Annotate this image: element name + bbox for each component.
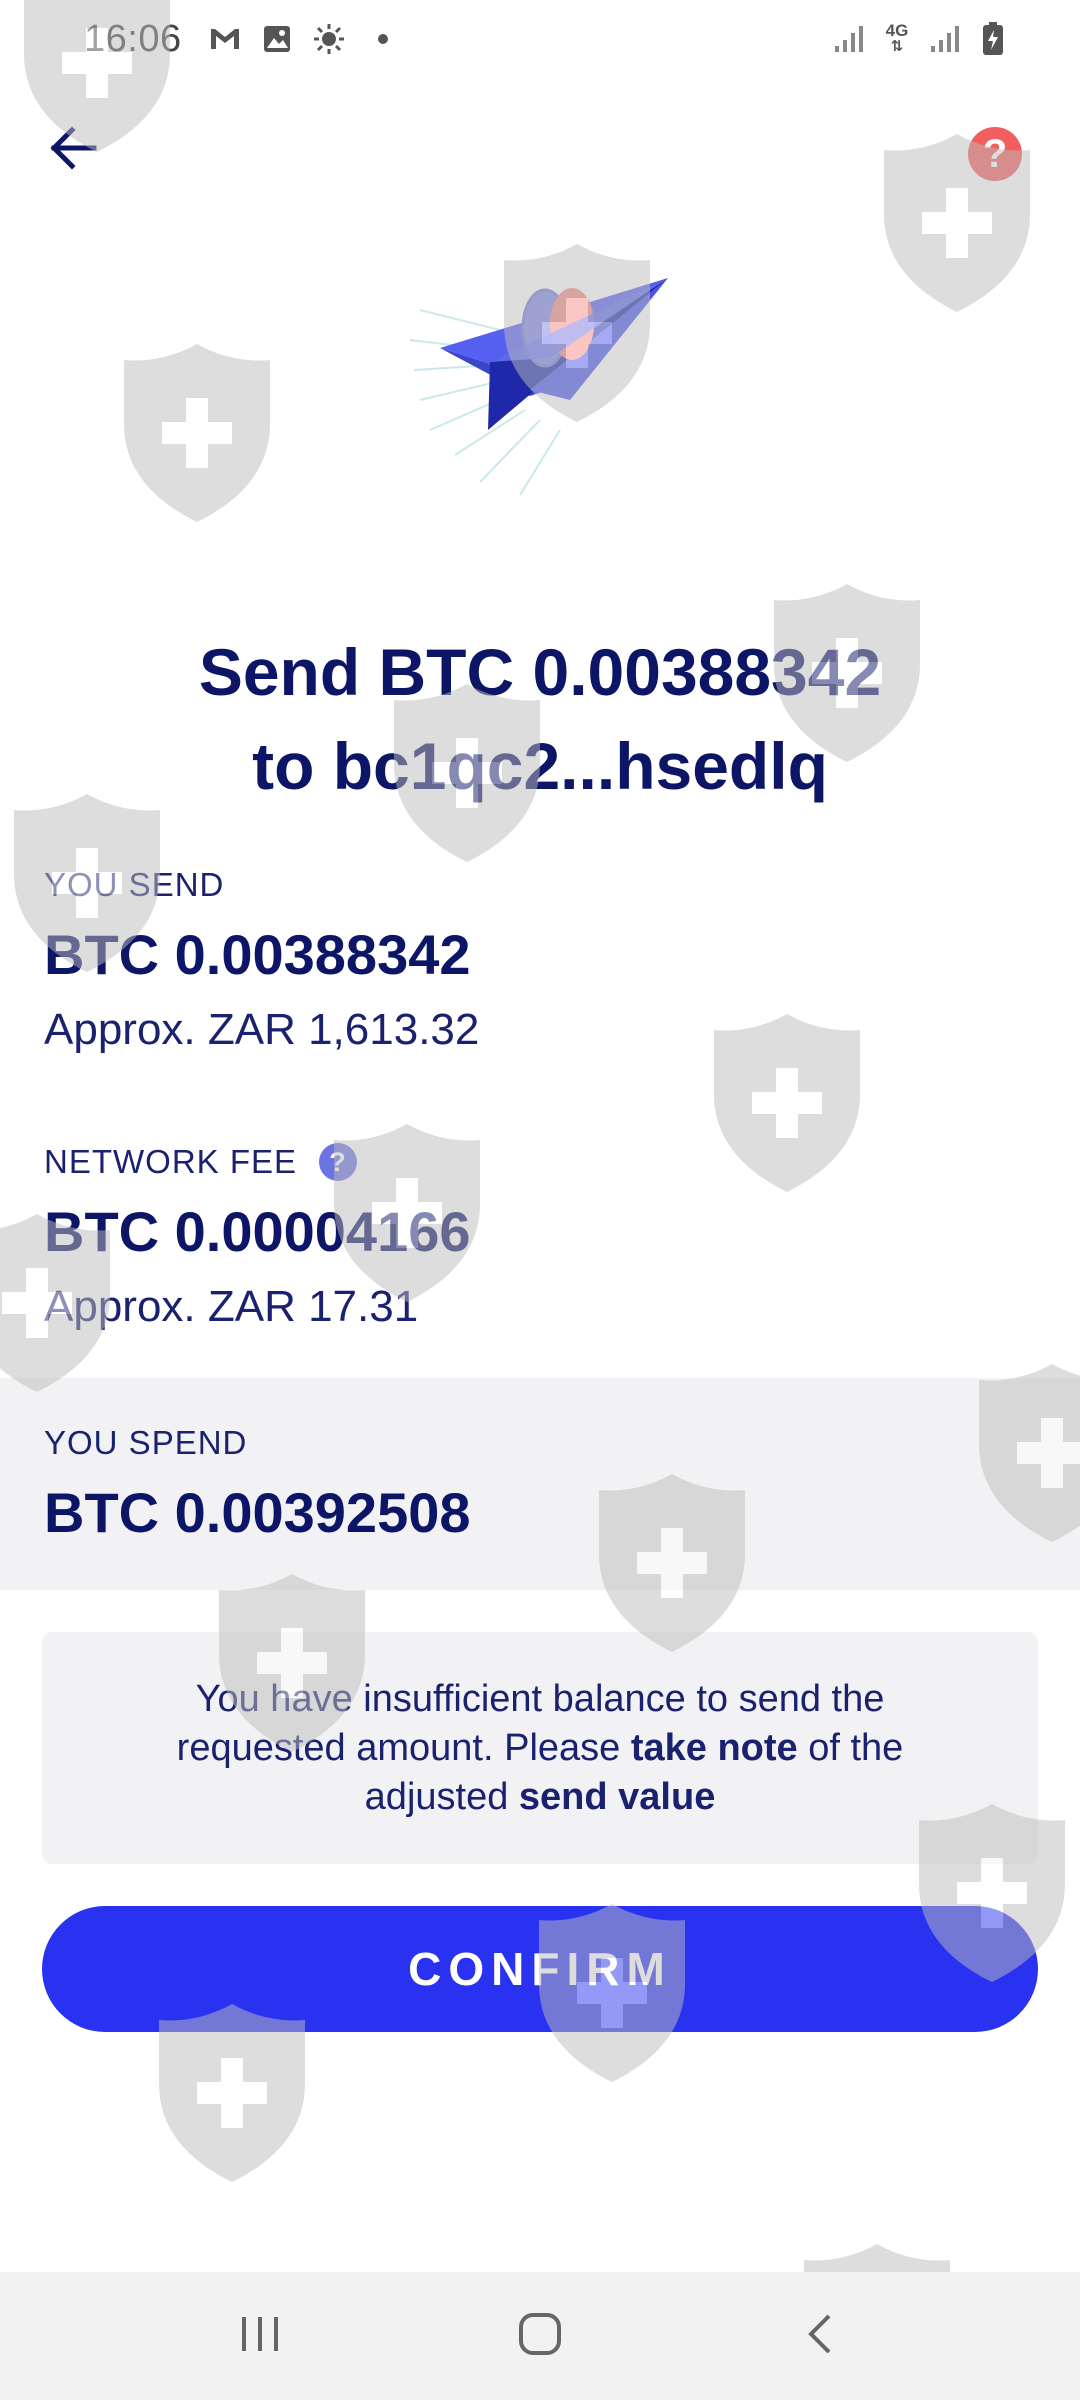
- recent-apps-button[interactable]: [215, 2291, 305, 2381]
- insufficient-balance-notice: You have insufficient balance to send th…: [42, 1632, 1038, 1864]
- help-button[interactable]: ?: [968, 127, 1022, 181]
- you-spend-label: YOU SPEND: [44, 1424, 1034, 1462]
- title-line-amount: Send BTC 0.00388342: [198, 635, 882, 709]
- network-fee-amount: BTC 0.00004166: [44, 1200, 471, 1263]
- you-send-amount: BTC 0.00388342: [44, 923, 471, 986]
- battery-charging-icon: [976, 22, 1010, 56]
- status-right: 4G ⇅: [832, 22, 1010, 56]
- signal-icon: [832, 22, 866, 56]
- help-icon: ?: [982, 131, 1008, 176]
- home-icon: [517, 2311, 563, 2362]
- notice-bold-send-value: send value: [518, 1775, 716, 1818]
- network-fee-info-icon[interactable]: ?: [319, 1143, 358, 1181]
- network-fee-approx: Approx. ZAR 17.31: [44, 1282, 419, 1331]
- network-fee-label: NETWORK FEE ?: [44, 1143, 1034, 1181]
- recent-apps-icon: [238, 2314, 282, 2359]
- network-fee-section: NETWORK FEE ? BTC 0.00004166 Approx. ZAR…: [44, 1143, 1034, 1332]
- system-navigation-bar: [0, 2272, 1080, 2400]
- signal-icon: [928, 22, 962, 56]
- confirm-button-label: CONFIRM: [408, 1943, 672, 1995]
- confirm-button[interactable]: CONFIRM: [42, 1906, 1038, 2032]
- you-send-label: YOU SEND: [44, 866, 1034, 904]
- status-time: 16:06: [84, 17, 182, 60]
- you-spend-label-text: YOU SPEND: [44, 1424, 248, 1461]
- title-line-recipient: to bc1qc2...hsedlq: [252, 729, 828, 803]
- page-title: Send BTC 0.00388342 to bc1qc2...hsedlq: [60, 625, 1020, 813]
- data-arrows-icon: ⇅: [890, 38, 904, 55]
- back-nav-button[interactable]: [775, 2291, 865, 2381]
- notice-bold-take-note: take note: [630, 1726, 798, 1769]
- shield-watermark-icon: [124, 344, 270, 522]
- notification-dot-icon: [377, 34, 388, 44]
- you-spend-section: YOU SPEND BTC 0.00392508: [44, 1424, 1034, 1545]
- gallery-icon: [260, 22, 294, 56]
- notice-text: You have insufficient balance to send th…: [112, 1675, 968, 1822]
- status-bar: 16:06 4G ⇅: [0, 0, 1080, 78]
- you-send-approx: Approx. ZAR 1,613.32: [44, 1005, 480, 1054]
- you-spend-amount: BTC 0.00392508: [44, 1481, 471, 1544]
- network-type-label: 4G: [885, 21, 909, 40]
- home-button[interactable]: [495, 2291, 585, 2381]
- arrow-left-icon: [50, 125, 98, 175]
- brightness-icon: [312, 22, 346, 56]
- network-fee-label-text: NETWORK FEE: [44, 1143, 298, 1180]
- gmail-icon: [208, 22, 242, 56]
- status-left: 16:06: [84, 18, 388, 61]
- back-nav-icon: [805, 2312, 835, 2361]
- paper-plane-coin-illustration: [400, 250, 690, 500]
- you-send-label-text: YOU SEND: [44, 866, 225, 903]
- 4g-data-icon: 4G ⇅: [880, 22, 914, 56]
- back-button[interactable]: [44, 120, 104, 180]
- you-send-section: YOU SEND BTC 0.00388342 Approx. ZAR 1,61…: [44, 866, 1034, 1055]
